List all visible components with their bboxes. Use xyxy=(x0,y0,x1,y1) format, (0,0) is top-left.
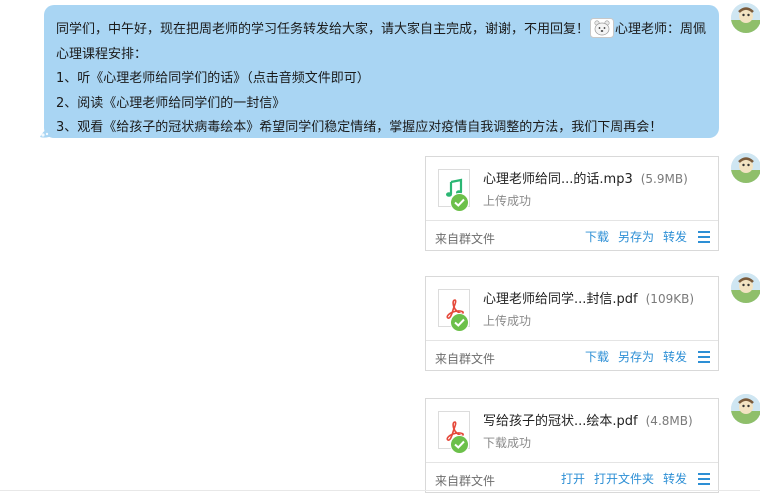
divider xyxy=(0,490,760,491)
divider xyxy=(426,340,718,341)
save-as-button[interactable]: 另存为 xyxy=(618,348,654,365)
file-source: 来自群文件 xyxy=(435,352,496,366)
file-actions: 下载 另存为 转发 xyxy=(585,348,710,365)
file-name[interactable]: 写给孩子的冠状...绘本.pdf (4.8MB) xyxy=(483,410,693,429)
avatar[interactable] xyxy=(731,273,760,303)
download-button[interactable]: 下载 xyxy=(585,228,609,245)
success-check-icon xyxy=(450,313,469,332)
bubble-tail-icon xyxy=(40,129,54,138)
file-size: (5.9MB) xyxy=(640,172,688,186)
divider xyxy=(426,220,718,221)
open-folder-button[interactable]: 打开文件夹 xyxy=(594,470,654,487)
file-actions: 打开 打开文件夹 转发 xyxy=(561,470,710,487)
message-line: 1、听《心理老师给同学们的话》（点击音频文件即可） xyxy=(56,71,370,86)
forward-button[interactable]: 转发 xyxy=(663,348,687,365)
file-size: (4.8MB) xyxy=(645,414,693,428)
bear-emoji-icon xyxy=(590,18,615,38)
success-check-icon xyxy=(450,435,469,454)
file-card[interactable]: 心理老师给同学...封信.pdf (109KB) 上传成功 来自群文件 下载 另存… xyxy=(425,276,719,371)
file-status: 下载成功 xyxy=(483,436,532,450)
file-card[interactable]: 心理老师给同...的话.mp3 (5.9MB) 上传成功 来自群文件 下载 另存为… xyxy=(425,156,719,251)
file-name[interactable]: 心理老师给同...的话.mp3 (5.9MB) xyxy=(483,168,688,187)
message-bubble[interactable]: 同学们，中午好，现在把周老师的学习任务转发给大家，请大家自主完成，谢谢，不用回复… xyxy=(44,5,719,138)
file-source: 来自群文件 xyxy=(435,474,496,488)
more-menu-icon[interactable] xyxy=(698,350,710,363)
file-actions: 下载 另存为 转发 xyxy=(585,228,710,245)
file-card[interactable]: 写给孩子的冠状...绘本.pdf (4.8MB) 下载成功 来自群文件 打开 打开… xyxy=(425,398,719,493)
file-status: 上传成功 xyxy=(483,314,532,328)
download-button[interactable]: 下载 xyxy=(585,348,609,365)
file-status: 上传成功 xyxy=(483,194,532,208)
more-menu-icon[interactable] xyxy=(698,230,710,243)
forward-button[interactable]: 转发 xyxy=(663,228,687,245)
success-check-icon xyxy=(450,193,469,212)
message-line: 心理课程安排： xyxy=(56,46,148,62)
message-line: 同学们，中午好，现在把周老师的学习任务转发给大家，请大家自主完成，谢谢，不用回复… xyxy=(56,18,707,43)
more-menu-icon[interactable] xyxy=(698,472,710,485)
forward-button[interactable]: 转发 xyxy=(663,470,687,487)
file-name[interactable]: 心理老师给同学...封信.pdf (109KB) xyxy=(483,288,694,307)
file-size: (109KB) xyxy=(645,292,694,306)
avatar[interactable] xyxy=(731,394,760,424)
message-line: 3、观看《给孩子的冠状病毒绘本》希望同学们稳定情绪，掌握应对疫情自我调整的方法，… xyxy=(56,120,663,135)
divider xyxy=(426,462,718,463)
open-button[interactable]: 打开 xyxy=(561,470,585,487)
save-as-button[interactable]: 另存为 xyxy=(618,228,654,245)
avatar[interactable] xyxy=(731,153,760,183)
message-line: 2、阅读《心理老师给同学们的一封信》 xyxy=(56,95,286,111)
avatar[interactable] xyxy=(731,3,760,33)
file-source: 来自群文件 xyxy=(435,232,496,246)
